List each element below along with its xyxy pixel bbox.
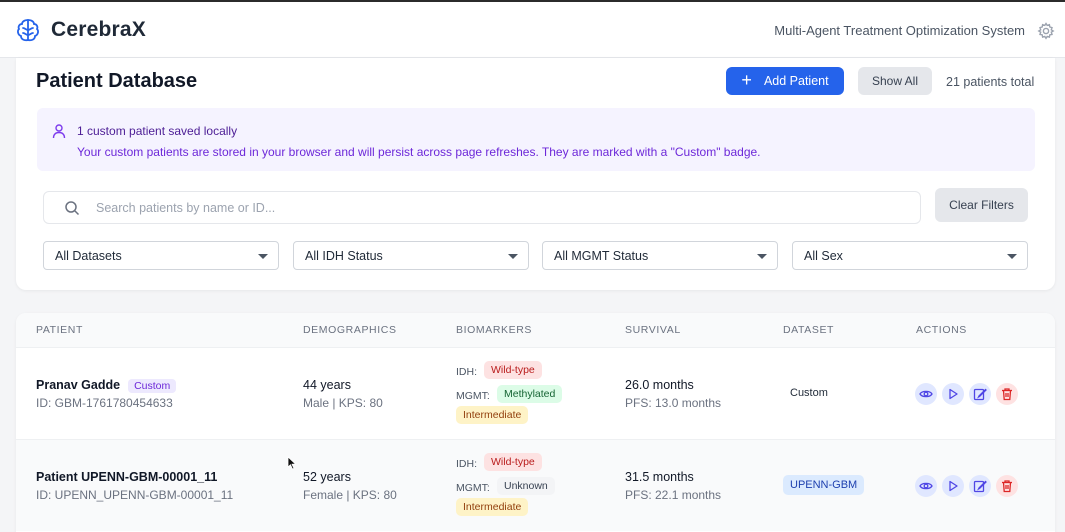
brand[interactable]: CerebraX	[15, 17, 146, 43]
dataset-badge: Custom	[790, 387, 828, 399]
mgmt-filter[interactable]: All MGMT Status	[542, 241, 778, 270]
delete-button[interactable]	[996, 475, 1018, 497]
edit-button[interactable]	[969, 475, 991, 497]
chevron-down-icon	[258, 254, 268, 259]
patient-sex-kps: Male | KPS: 80	[303, 396, 383, 410]
search-icon	[65, 201, 80, 216]
dataset-filter[interactable]: All Datasets	[43, 241, 279, 270]
user-icon	[52, 124, 66, 139]
column-header-dataset: DATASET	[783, 324, 835, 336]
play-icon	[949, 480, 958, 492]
patient-sex-kps: Female | KPS: 80	[303, 488, 397, 502]
chevron-down-icon	[508, 254, 518, 259]
brand-name: CerebraX	[51, 18, 146, 41]
local-storage-notice: 1 custom patient saved locally Your cust…	[37, 108, 1035, 171]
edit-button[interactable]	[969, 383, 991, 405]
mgmt-filter-value: All MGMT Status	[554, 248, 649, 263]
delete-button[interactable]	[996, 383, 1018, 405]
view-button[interactable]	[915, 383, 937, 405]
risk-badge: Intermediate	[456, 406, 529, 424]
notice-title: 1 custom patient saved locally	[77, 124, 238, 138]
show-all-button[interactable]: Show All	[858, 67, 932, 95]
dataset-badge: UPENN-GBM	[783, 475, 865, 495]
idh-badge: Wild-type	[484, 361, 542, 379]
idh-badge: Wild-type	[484, 453, 542, 471]
mgmt-label: MGMT:	[456, 390, 490, 402]
gear-icon[interactable]	[1037, 22, 1055, 40]
eye-icon	[919, 390, 933, 398]
pfs-months: PFS: 13.0 months	[625, 396, 722, 410]
custom-badge: Custom	[128, 379, 177, 393]
trash-icon	[1002, 480, 1012, 493]
patient-age: 44 years	[303, 378, 351, 392]
mgmt-badge: Methylated	[497, 385, 563, 403]
app-subtitle: Multi-Agent Treatment Optimization Syste…	[774, 23, 1025, 38]
column-header-survival: SURVIVAL	[625, 324, 681, 336]
search-input[interactable]	[96, 198, 896, 218]
idh-label: IDH:	[456, 458, 477, 470]
patient-id: ID: GBM-1761780454633	[36, 396, 173, 410]
clear-filters-button[interactable]: Clear Filters	[935, 188, 1028, 222]
idh-label: IDH:	[456, 366, 477, 378]
notice-body: Your custom patients are stored in your …	[77, 145, 761, 159]
patient-database-panel: Patient Database + Add Patient Show All …	[16, 58, 1055, 290]
add-patient-button[interactable]: + Add Patient	[726, 67, 844, 95]
mouse-cursor-icon	[287, 456, 297, 470]
table-header: PATIENT DEMOGRAPHICS BIOMARKERS SURVIVAL…	[16, 313, 1055, 347]
sex-filter-value: All Sex	[804, 248, 843, 263]
patient-id: ID: UPENN_UPENN-GBM-00001_11	[36, 488, 234, 502]
patient-table: PATIENT DEMOGRAPHICS BIOMARKERS SURVIVAL…	[16, 313, 1055, 532]
survival-months: 26.0 months	[625, 378, 694, 392]
survival-months: 31.5 months	[625, 470, 694, 484]
column-header-patient: PATIENT	[36, 324, 83, 336]
sex-filter[interactable]: All Sex	[792, 241, 1028, 270]
search-box[interactable]	[43, 191, 921, 224]
table-row[interactable]: Pranav Gadde Custom ID: GBM-1761780454633…	[16, 347, 1055, 439]
top-bar: CerebraX Multi-Agent Treatment Optimizat…	[0, 0, 1065, 58]
add-patient-label: Add Patient	[763, 74, 829, 88]
brain-icon	[17, 19, 39, 42]
risk-badge: Intermediate	[456, 498, 529, 516]
view-button[interactable]	[915, 475, 937, 497]
mgmt-label: MGMT:	[456, 482, 490, 494]
chevron-down-icon	[1007, 254, 1017, 259]
run-analysis-button[interactable]	[942, 475, 964, 497]
chevron-down-icon	[757, 254, 767, 259]
plus-icon: +	[741, 70, 752, 90]
edit-icon	[973, 388, 987, 401]
patient-age: 52 years	[303, 470, 351, 484]
eye-icon	[919, 482, 933, 490]
patient-name: Patient UPENN-GBM-00001_11	[36, 470, 218, 484]
patient-name-cell: Pranav Gadde Custom	[36, 378, 177, 393]
column-header-actions: ACTIONS	[916, 324, 967, 336]
play-icon	[949, 388, 958, 400]
patient-count: 21 patients total	[946, 75, 1035, 89]
trash-icon	[1002, 388, 1012, 401]
idh-filter-value: All IDH Status	[305, 248, 383, 263]
edit-icon	[973, 480, 987, 493]
column-header-demographics: DEMOGRAPHICS	[303, 324, 397, 336]
idh-filter[interactable]: All IDH Status	[293, 241, 529, 270]
run-analysis-button[interactable]	[942, 383, 964, 405]
page-title: Patient Database	[36, 70, 198, 92]
dataset-filter-value: All Datasets	[55, 248, 122, 263]
table-row[interactable]: Patient UPENN-GBM-00001_11 ID: UPENN_UPE…	[16, 439, 1055, 531]
column-header-biomarkers: BIOMARKERS	[456, 324, 533, 336]
patient-name: Pranav Gadde	[36, 378, 121, 392]
pfs-months: PFS: 22.1 months	[625, 488, 722, 502]
mgmt-badge: Unknown	[497, 477, 555, 495]
